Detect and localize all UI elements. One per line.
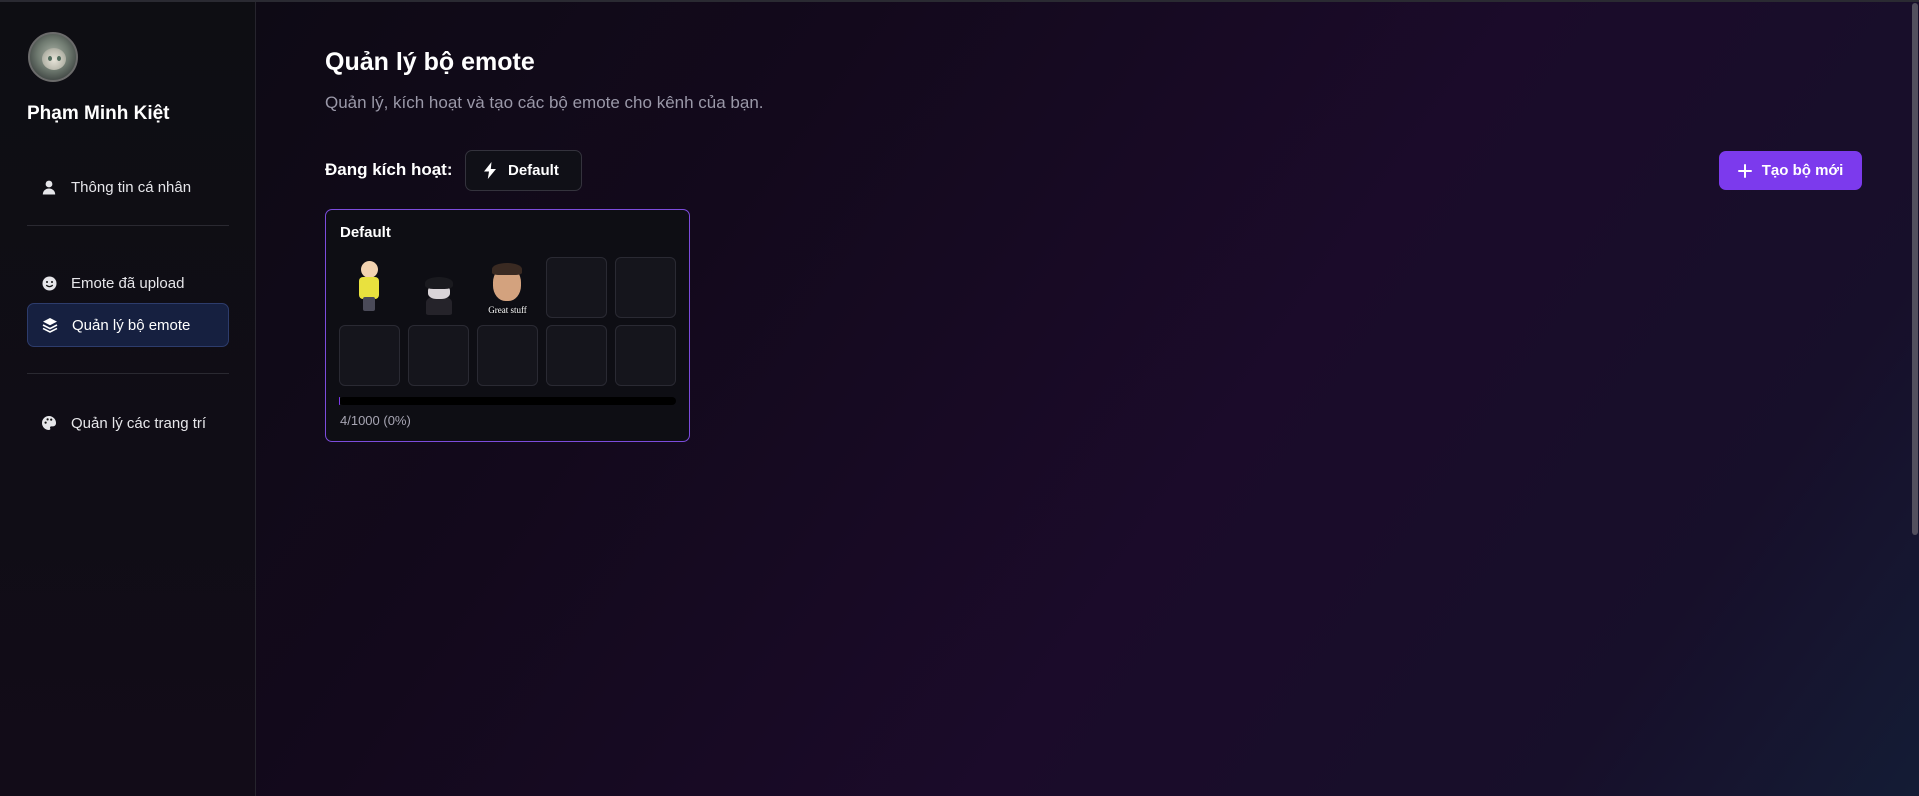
user-icon [41, 179, 57, 195]
create-set-label: Tạo bộ mới [1761, 162, 1844, 179]
usage-progress-bar [339, 397, 676, 405]
emote-figure [359, 277, 379, 299]
empty-slot [615, 325, 676, 386]
usage-progress-text: 4/1000 (0%) [340, 413, 411, 428]
emote-figure [426, 297, 452, 315]
avatar-face [42, 48, 66, 70]
active-set-name: Default [508, 162, 559, 179]
sidebar-item-label: Quản lý các trang trí [71, 414, 207, 432]
sidebar-item-label: Thông tin cá nhân [71, 178, 192, 196]
smile-icon [41, 275, 57, 291]
page-subtitle: Quản lý, kích hoạt và tạo các bộ emote c… [325, 93, 764, 112]
emote-figure [492, 263, 522, 275]
empty-slot [477, 325, 538, 386]
emote-preview: Great stuff [477, 257, 538, 318]
sidebar: Phạm Minh Kiệt Thông tin cá nhân Emote đ… [0, 2, 256, 796]
emote-figure [361, 261, 378, 278]
layers-icon [42, 317, 58, 333]
usage-progress-fill [339, 397, 341, 405]
scrollbar[interactable] [1912, 3, 1918, 535]
page-title: Quản lý bộ emote [325, 48, 535, 76]
empty-slot [615, 257, 676, 318]
emote-preview [339, 257, 400, 318]
empty-slot [546, 257, 607, 318]
create-set-button[interactable]: Tạo bộ mới [1719, 151, 1862, 190]
emote-preview-grid: Great stuff [339, 257, 676, 386]
avatar-eye [57, 56, 61, 61]
sidebar-item-emote-sets[interactable]: Quản lý bộ emote [27, 303, 229, 347]
emote-caption: Great stuff [488, 305, 527, 315]
emote-preview [408, 257, 469, 318]
avatar-eye [48, 56, 52, 61]
active-set-chip[interactable]: Default [465, 150, 582, 191]
sidebar-divider [27, 225, 229, 226]
sidebar-divider [27, 373, 229, 374]
emote-figure [425, 277, 453, 289]
set-name: Default [340, 224, 391, 241]
empty-slot [546, 325, 607, 386]
emote-set-card[interactable]: Default Great stuff 4/1000 (0%) [325, 209, 690, 442]
user-name: Phạm Minh Kiệt [27, 103, 170, 124]
empty-slot [339, 325, 400, 386]
sidebar-item-decorations[interactable]: Quản lý các trang trí [27, 401, 229, 445]
window-top-border [0, 0, 1919, 2]
lightning-icon [483, 162, 497, 179]
avatar[interactable] [28, 32, 78, 82]
sidebar-item-uploaded-emotes[interactable]: Emote đã upload [27, 261, 229, 305]
emote-figure [363, 297, 375, 311]
sidebar-item-profile[interactable]: Thông tin cá nhân [27, 165, 229, 209]
palette-icon [41, 415, 57, 431]
empty-slot [408, 325, 469, 386]
sidebar-item-label: Emote đã upload [71, 274, 185, 292]
sidebar-item-label: Quản lý bộ emote [72, 316, 191, 334]
active-set-label: Đang kích hoạt: [325, 160, 453, 179]
plus-icon [1737, 163, 1752, 178]
